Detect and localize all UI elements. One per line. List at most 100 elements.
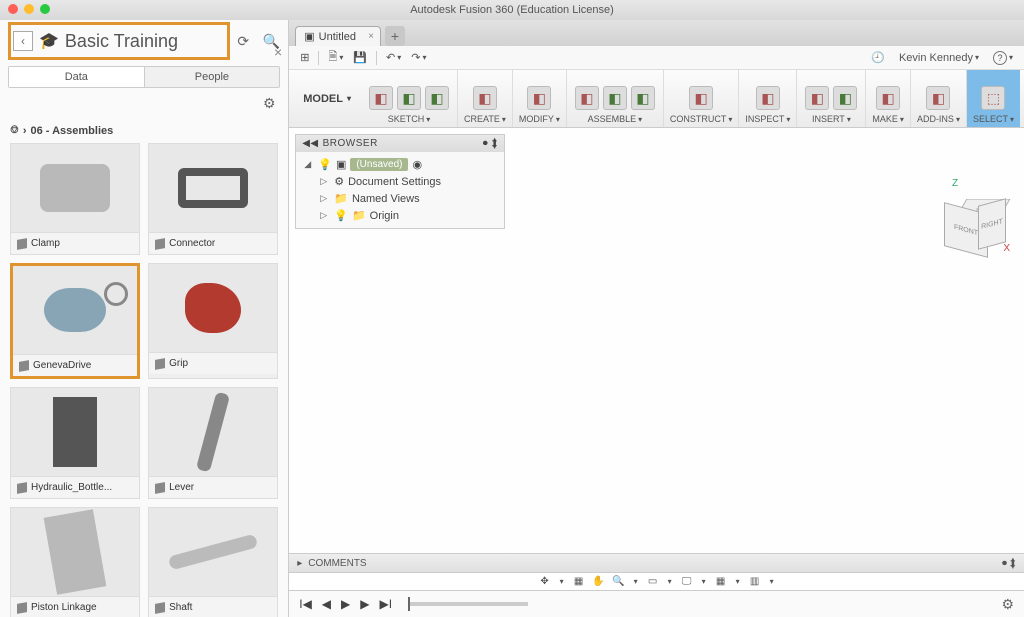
undo-button[interactable]: ↶▾ xyxy=(383,49,404,66)
chevron-down-icon: ▾ xyxy=(632,577,640,586)
asset-card[interactable]: Hydraulic_Bottle... xyxy=(10,387,140,499)
asset-thumbnail xyxy=(149,388,277,476)
timeline-step-fwd-button[interactable]: ▶ xyxy=(360,597,369,611)
new-tab-button[interactable]: + xyxy=(385,26,405,46)
tab-data[interactable]: Data xyxy=(9,67,145,87)
orbit-button[interactable]: ✥ xyxy=(538,575,552,589)
ribbon-tool-button[interactable]: ◧ xyxy=(805,86,829,110)
ribbon-tool-button[interactable]: ◧ xyxy=(575,86,599,110)
timeline-marker[interactable] xyxy=(408,597,410,611)
look-button[interactable]: ▦ xyxy=(572,575,586,589)
close-window[interactable] xyxy=(8,4,18,14)
chevron-down-icon: ▾ xyxy=(786,115,790,124)
data-panel-toggle[interactable]: ⊞ xyxy=(297,49,312,66)
asset-card[interactable]: Clamp xyxy=(10,143,140,255)
asset-card[interactable]: Grip xyxy=(148,263,278,379)
workspace-switcher[interactable]: MODEL ▾ xyxy=(293,70,361,127)
back-button[interactable]: ‹ xyxy=(13,31,33,51)
ribbon-tool-button[interactable]: ◧ xyxy=(473,86,497,110)
ribbon-group-label[interactable]: SELECT▾ xyxy=(973,114,1014,124)
expand-icon[interactable]: ▷ xyxy=(320,193,330,204)
minimize-window[interactable] xyxy=(24,4,34,14)
refresh-button[interactable]: ⟳ xyxy=(234,32,252,50)
ribbon-tool-button[interactable]: ◧ xyxy=(397,86,421,110)
tree-item-origin[interactable]: ▷ 💡 📁 Origin xyxy=(300,207,500,224)
tree-root[interactable]: ◢ 💡 ▣ (Unsaved) ◉ xyxy=(300,156,500,173)
file-menu[interactable]: 🗎▾ xyxy=(325,46,346,69)
browser-header[interactable]: ◀◀ BROWSER ⏺ ⬍ xyxy=(296,135,504,152)
asset-card[interactable]: Connector xyxy=(148,143,278,255)
bulb-icon[interactable]: 💡 xyxy=(318,158,332,171)
tree-item-named-views[interactable]: ▷ 📁 Named Views xyxy=(300,190,500,207)
ribbon-group-label[interactable]: SKETCH▾ xyxy=(388,114,431,124)
comments-bar[interactable]: ▸ COMMENTS ⏺ ⬍ xyxy=(289,553,1024,573)
ribbon-tool-button[interactable]: ◧ xyxy=(425,86,449,110)
asset-card[interactable]: Lever xyxy=(148,387,278,499)
ribbon-tool-button[interactable]: ◧ xyxy=(876,86,900,110)
viewport[interactable]: ◀◀ BROWSER ⏺ ⬍ ◢ 💡 ▣ (Unsaved) ◉ ▷ ⚙ xyxy=(289,128,1024,553)
maximize-window[interactable] xyxy=(40,4,50,14)
ribbon-tool-button[interactable]: ◧ xyxy=(527,86,551,110)
asset-card[interactable]: Shaft xyxy=(148,507,278,617)
timeline-track[interactable] xyxy=(408,602,528,606)
timeline-settings-button[interactable]: ⚙ xyxy=(1001,596,1014,613)
ribbon-tool-button[interactable]: ⬚ xyxy=(981,86,1005,110)
ribbon-tool-button[interactable]: ◧ xyxy=(833,86,857,110)
viewcube-right[interactable]: RIGHT xyxy=(978,198,1006,250)
activate-icon[interactable]: ◉ xyxy=(412,158,422,171)
ribbon-group-label[interactable]: CREATE▾ xyxy=(464,114,506,124)
fit-button[interactable]: ▭ xyxy=(646,575,660,589)
user-menu[interactable]: Kevin Kennedy▾ xyxy=(896,50,982,66)
timeline-end-button[interactable]: ▶I xyxy=(380,597,393,611)
help-menu[interactable]: ?▾ xyxy=(990,49,1016,67)
tab-people[interactable]: People xyxy=(145,67,280,87)
ribbon-group-label[interactable]: MAKE▾ xyxy=(872,114,904,124)
ribbon-tool-button[interactable]: ◧ xyxy=(369,86,393,110)
ribbon-group-label[interactable]: ASSEMBLE▾ xyxy=(588,114,643,124)
ribbon-tool-button[interactable]: ◧ xyxy=(756,86,780,110)
panel-settings-button[interactable]: ⚙ xyxy=(260,94,278,112)
expand-icon[interactable]: ◢ xyxy=(304,159,314,170)
pin-icon[interactable]: ⏺ ⬍ xyxy=(1002,558,1016,569)
component-icon: ▣ xyxy=(336,158,346,171)
timeline-step-back-button[interactable]: ◀ xyxy=(322,597,331,611)
pin-icon[interactable]: ⏺ ⬍ xyxy=(483,138,498,149)
timeline-start-button[interactable]: I◀ xyxy=(299,597,312,611)
ribbon-group-label[interactable]: INSPECT▾ xyxy=(745,114,790,124)
expand-icon[interactable]: ▷ xyxy=(320,176,330,187)
redo-icon: ↷ xyxy=(411,51,420,64)
asset-label: Hydraulic_Bottle... xyxy=(11,476,139,498)
ribbon-tool-button[interactable]: ◧ xyxy=(603,86,627,110)
pan-button[interactable]: ✋ xyxy=(592,575,606,589)
ribbon-tool-button[interactable]: ◧ xyxy=(689,86,713,110)
ribbon-tool-button[interactable]: ◧ xyxy=(926,86,950,110)
document-tab[interactable]: ▣ Untitled × xyxy=(295,26,381,46)
ribbon-group-label[interactable]: INSERT▾ xyxy=(812,114,851,124)
save-button[interactable]: 💾 xyxy=(350,49,370,66)
close-panel-button[interactable]: × xyxy=(274,44,282,60)
ribbon-group-label[interactable]: ADD-INS▾ xyxy=(917,114,960,124)
ribbon-group-label[interactable]: MODIFY▾ xyxy=(519,114,560,124)
display-settings-button[interactable]: 🖵 xyxy=(680,575,694,589)
expand-icon[interactable]: ▸ xyxy=(297,558,302,569)
breadcrumb[interactable]: ⎊ › 06 - Assemblies xyxy=(0,118,288,143)
part-icon xyxy=(17,238,27,250)
asset-card[interactable]: Piston Linkage xyxy=(10,507,140,617)
ribbon-group-inspect: ◧ INSPECT▾ xyxy=(739,70,797,127)
view-cube[interactable]: Z TOP FRONT RIGHT X xyxy=(944,188,1006,250)
chevron-down-icon: ▾ xyxy=(900,115,904,124)
expand-icon[interactable]: ▷ xyxy=(320,210,330,221)
timeline-play-button[interactable]: ▶ xyxy=(341,597,350,611)
ribbon-tool-button[interactable]: ◧ xyxy=(631,86,655,110)
viewport-layout-button[interactable]: ▥ xyxy=(748,575,762,589)
job-status-button[interactable]: 🕘 xyxy=(868,49,888,66)
asset-card[interactable]: GenevaDrive xyxy=(10,263,140,379)
tree-item-document-settings[interactable]: ▷ ⚙ Document Settings xyxy=(300,173,500,190)
grid-settings-button[interactable]: ▦ xyxy=(714,575,728,589)
zoom-button[interactable]: 🔍 xyxy=(612,575,626,589)
close-tab-button[interactable]: × xyxy=(368,31,374,42)
asset-label: Shaft xyxy=(149,596,277,617)
redo-button[interactable]: ↷▾ xyxy=(408,49,429,66)
bulb-icon[interactable]: 💡 xyxy=(334,209,348,222)
ribbon-group-label[interactable]: CONSTRUCT▾ xyxy=(670,114,733,124)
